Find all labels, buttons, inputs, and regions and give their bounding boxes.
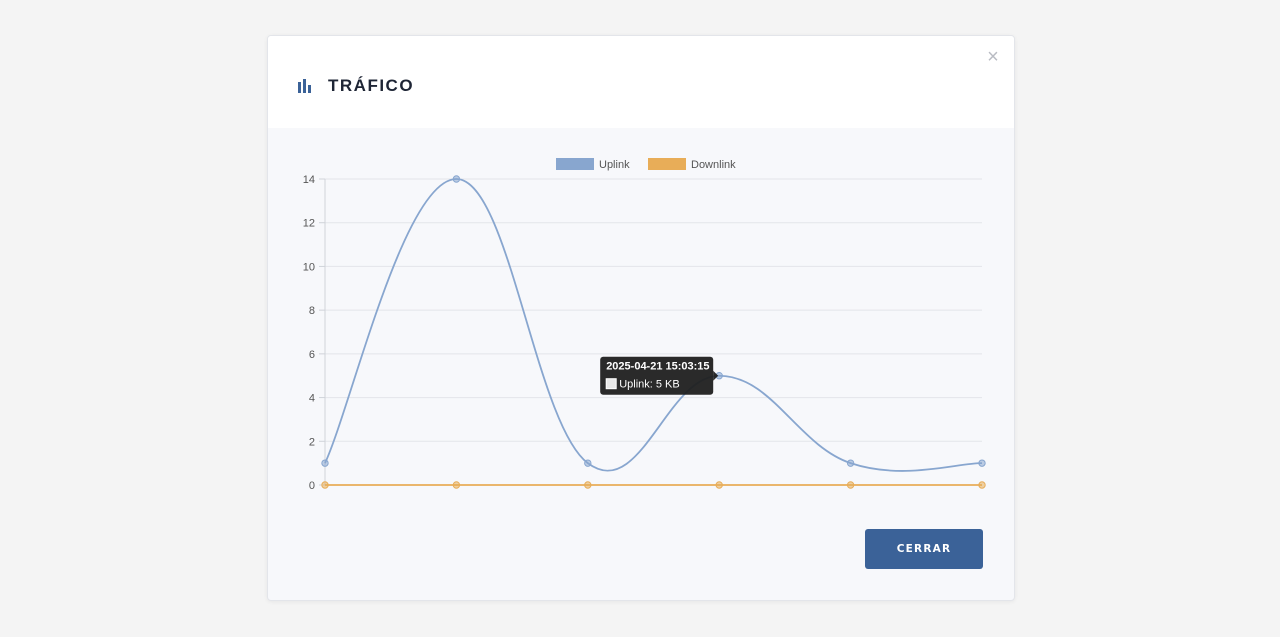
data-point-uplink[interactable] xyxy=(584,459,592,467)
bar-chart-icon xyxy=(298,79,311,93)
y-tick-label: 8 xyxy=(309,305,315,317)
y-tick-label: 10 xyxy=(303,261,315,273)
modal-title: TRÁFICO xyxy=(328,76,415,95)
tooltip-arrow xyxy=(713,370,719,381)
tooltip-swatch xyxy=(605,378,617,390)
data-point-uplink[interactable] xyxy=(452,175,461,183)
y-tick-label: 0 xyxy=(309,480,315,492)
tooltip-title: 2025-04-21 15:03:15 xyxy=(606,361,709,373)
y-tick-label: 6 xyxy=(309,349,315,361)
data-point-downlink[interactable] xyxy=(715,481,723,489)
close-button[interactable]: CERRAR xyxy=(865,529,983,569)
y-tick-label: 14 xyxy=(303,174,315,186)
y-tick-label: 2 xyxy=(309,436,315,448)
y-tick-label: 4 xyxy=(309,393,315,405)
data-point-downlink[interactable] xyxy=(978,481,986,489)
y-tick-label: 12 xyxy=(303,218,315,230)
modal-title-group: TRÁFICO xyxy=(298,74,414,98)
traffic-modal: × TRÁFICO 0 2 4 6 8 10 12 14 Uplink Downlink 2025-… xyxy=(267,35,1015,601)
data-point-downlink[interactable] xyxy=(584,481,592,489)
legend-label: Downlink xyxy=(691,159,736,171)
data-point-downlink[interactable] xyxy=(321,481,329,489)
legend-swatch xyxy=(648,158,686,170)
close-icon[interactable]: × xyxy=(984,47,1002,67)
data-point-downlink[interactable] xyxy=(846,481,855,489)
data-point-uplink[interactable] xyxy=(978,459,986,467)
data-point-uplink[interactable] xyxy=(321,459,329,467)
legend-swatch xyxy=(556,158,594,170)
legend-label: Uplink xyxy=(599,159,630,171)
data-point-downlink[interactable] xyxy=(452,481,461,489)
modal-header: × TRÁFICO xyxy=(268,36,1014,128)
traffic-chart: 0 2 4 6 8 10 12 14 Uplink Downlink 2025-04-21 15:0… xyxy=(303,158,986,492)
tooltip-label: Uplink: 5 KB xyxy=(619,379,680,391)
data-point-uplink[interactable] xyxy=(846,459,855,467)
